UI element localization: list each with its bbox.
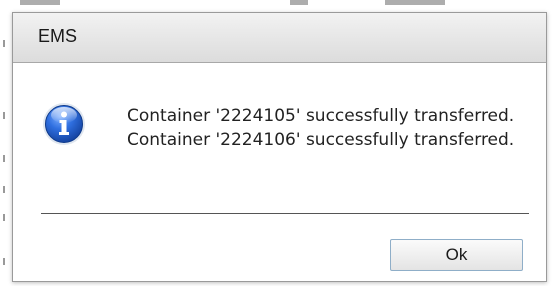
ok-button[interactable]: Ok xyxy=(390,239,523,271)
button-divider xyxy=(41,213,529,214)
dialog-message: Container '2224105' successfully transfe… xyxy=(127,104,514,152)
screen: EMS Container '2224105' successfully tra… xyxy=(0,0,553,286)
background-window-left-edge xyxy=(0,0,12,286)
message-dialog: EMS Container '2224105' successfully tra… xyxy=(12,12,547,282)
message-line: Container '2224106' successfully transfe… xyxy=(127,130,515,150)
info-icon xyxy=(42,102,86,146)
dialog-title: EMS xyxy=(38,26,78,46)
dialog-titlebar[interactable]: EMS xyxy=(13,13,546,63)
message-line: Container '2224105' successfully transfe… xyxy=(127,106,515,126)
